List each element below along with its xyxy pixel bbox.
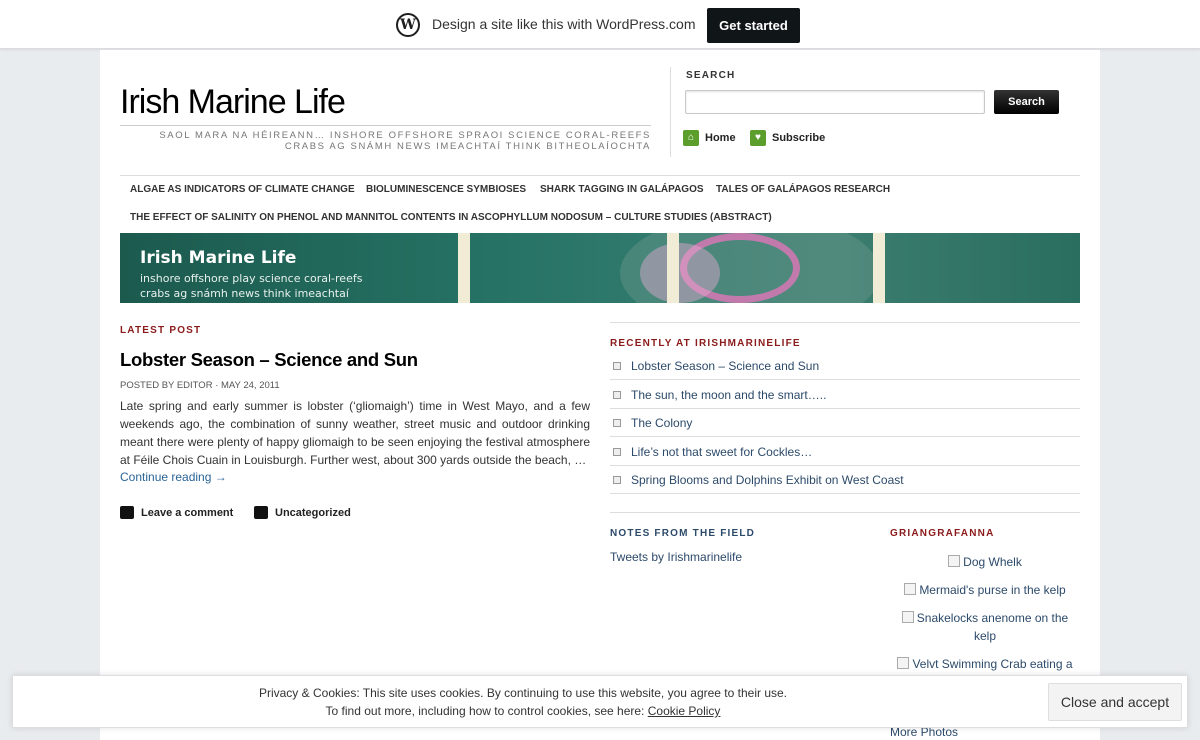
title-divider — [120, 125, 651, 126]
sidebar-divider — [610, 512, 1080, 513]
broken-image-icon — [901, 611, 914, 623]
home-icon: ⌂ — [683, 130, 699, 146]
post-title[interactable]: Lobster Season – Science and Sun — [120, 349, 418, 371]
site-tagline: SAOL MARA NA HÉIREANN… INSHORE OFFSHORE … — [159, 130, 651, 152]
bullet-icon — [613, 361, 621, 370]
recent-post-title: Life’s not that sweet for Cockles… — [631, 444, 813, 459]
broken-image-icon — [897, 657, 910, 669]
recent-post-item[interactable]: Life’s not that sweet for Cockles… — [610, 438, 1080, 466]
photo-link[interactable]: Snakelocks anenome on the kelp — [890, 609, 1080, 645]
cookie-banner: Privacy & Cookies: This site uses cookie… — [12, 675, 1188, 728]
photo-alt-text: Dog Whelk — [963, 555, 1022, 569]
nav-item-shark-tagging[interactable]: SHARK TAGGING IN GALÁPAGOS — [540, 184, 704, 195]
banner-subtitle: inshore offshore play science coral-reef… — [140, 271, 362, 301]
category-link[interactable]: Uncategorized — [254, 506, 351, 519]
nav-item-salinity-study[interactable]: THE EFFECT OF SALINITY ON PHENOL AND MAN… — [130, 212, 772, 223]
recent-post-item[interactable]: Lobster Season – Science and Sun — [610, 352, 1080, 380]
photo-alt-text: Mermaid's purse in the kelp — [919, 583, 1066, 597]
home-link-label: Home — [705, 132, 736, 144]
banner-subtitle-line: inshore offshore play science coral-reef… — [140, 272, 363, 285]
photo-alt-text: Snakelocks anenome on the kelp — [916, 611, 1069, 643]
cookie-line: Privacy & Cookies: This site uses cookie… — [258, 686, 788, 700]
get-started-button[interactable]: Get started — [707, 8, 800, 43]
photo-alt-text: Velvt Swimming Crab eating a — [912, 657, 1073, 671]
wordpress-logo-icon[interactable]: W — [396, 13, 420, 37]
recent-post-title: The Colony — [631, 415, 693, 430]
header-banner[interactable]: Irish Marine Life inshore offshore play … — [120, 233, 1080, 303]
post-excerpt: Late spring and early summer is lobster … — [120, 399, 590, 467]
recent-post-title: Lobster Season – Science and Sun — [631, 358, 820, 373]
sidebar-divider — [610, 322, 1080, 323]
search-button[interactable]: Search — [994, 90, 1059, 114]
recent-post-item[interactable]: The Colony — [610, 409, 1080, 437]
close-and-accept-button[interactable]: Close and accept — [1048, 683, 1182, 721]
header-divider — [670, 67, 671, 157]
broken-image-icon — [948, 555, 961, 567]
subscribe-link-label: Subscribe — [772, 132, 826, 144]
bullet-icon — [613, 390, 621, 399]
leave-comment-link[interactable]: Leave a comment — [120, 506, 233, 519]
recent-post-title: The sun, the moon and the smart….. — [631, 387, 827, 402]
continue-reading-link[interactable]: Continue reading → — [120, 470, 227, 484]
banner-strip — [458, 233, 470, 303]
photo-link[interactable]: Mermaid's purse in the kelp — [890, 581, 1080, 599]
banner-subtitle-line: crabs ag snámh news think imeachtaí — [140, 287, 349, 300]
latest-post-label: LATEST POST — [120, 325, 202, 336]
banner-title: Irish Marine Life — [140, 248, 297, 268]
photo-link[interactable]: Dog Whelk — [890, 553, 1080, 571]
promo-text: Design a site like this with WordPress.c… — [432, 16, 696, 32]
bullet-icon — [613, 447, 621, 456]
cookie-line-text: To find out more, including how to contr… — [325, 704, 645, 718]
wordpress-promo-bar: W Design a site like this with WordPress… — [0, 0, 1200, 49]
recent-posts-label: RECENTLY AT IRISHMARINELIFE — [610, 338, 801, 349]
photo-link[interactable]: Velvt Swimming Crab eating a — [890, 655, 1080, 673]
tweets-link[interactable]: Tweets by Irishmarinelife — [610, 550, 742, 564]
heart-icon: ♥ — [750, 130, 766, 146]
banner-strip — [667, 233, 679, 303]
home-link[interactable]: ⌂ Home — [683, 130, 736, 146]
cookie-text: Privacy & Cookies: This site uses cookie… — [13, 684, 1033, 720]
nav-item-algae[interactable]: ALGAE AS INDICATORS OF CLIMATE CHANGE — [130, 184, 355, 195]
recent-post-item[interactable]: The sun, the moon and the smart….. — [610, 381, 1080, 409]
recent-post-item[interactable]: Spring Blooms and Dolphins Exhibit on We… — [610, 466, 1080, 494]
photos-label: GRIANGRAFANNA — [890, 528, 995, 539]
nav-divider — [120, 175, 1080, 176]
comment-icon — [120, 506, 134, 519]
nav-item-galapagos-tales[interactable]: TALES OF GALÁPAGOS RESEARCH — [716, 184, 890, 195]
jellyfish-glow-shape — [640, 243, 720, 303]
nav-item-bioluminescence[interactable]: BIOLUMINESCENCE SYMBIOSES — [366, 184, 526, 195]
cookie-policy-link[interactable]: Cookie Policy — [648, 704, 721, 718]
bullet-icon — [613, 418, 621, 427]
leave-comment-label: Leave a comment — [141, 506, 234, 519]
search-input[interactable] — [685, 90, 985, 114]
bullet-icon — [613, 475, 621, 484]
recent-post-title: Spring Blooms and Dolphins Exhibit on We… — [631, 472, 904, 487]
page-container: Irish Marine Life SAOL MARA NA HÉIREANN…… — [100, 50, 1100, 740]
post-meta: POSTED BY EDITOR · MAY 24, 2011 — [120, 380, 280, 391]
site-title[interactable]: Irish Marine Life — [120, 83, 346, 122]
broken-image-icon — [904, 583, 917, 595]
cookie-line: To find out more, including how to contr… — [13, 702, 1033, 720]
notes-label: NOTES FROM THE FIELD — [610, 528, 756, 539]
category-label: Uncategorized — [275, 506, 351, 519]
banner-strip — [873, 233, 885, 303]
search-label: SEARCH — [686, 70, 736, 81]
category-icon — [254, 506, 268, 519]
subscribe-link[interactable]: ♥ Subscribe — [750, 130, 825, 146]
